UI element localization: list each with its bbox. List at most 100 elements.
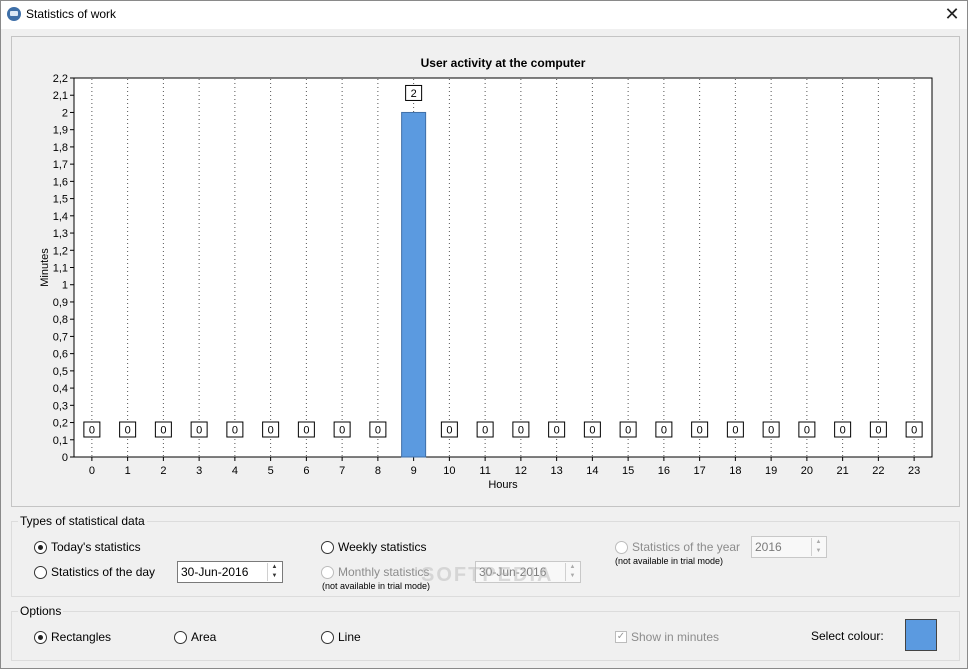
data-label: 0	[589, 425, 595, 437]
data-label: 0	[160, 425, 166, 437]
radio-weekly-label: Weekly statistics	[338, 540, 427, 554]
y-tick-label: 1,5	[53, 194, 68, 206]
y-tick-label: 0,2	[53, 418, 68, 430]
x-tick-label: 8	[375, 465, 381, 477]
x-tick-label: 13	[551, 465, 563, 477]
x-tick-label: 10	[443, 465, 455, 477]
x-tick-label: 18	[729, 465, 741, 477]
show-minutes-checkbox[interactable]: ✓ Show in minutes	[615, 630, 719, 644]
y-tick-label: 0,5	[53, 366, 68, 378]
bar	[401, 111, 427, 458]
options-group-label: Options	[18, 604, 64, 618]
data-label: 0	[554, 425, 560, 437]
data-label: 0	[518, 425, 524, 437]
y-tick-label: 1,4	[53, 211, 68, 223]
types-group-label: Types of statistical data	[18, 514, 147, 528]
x-tick-label: 5	[268, 465, 274, 477]
radio-year[interactable]: Statistics of the year	[615, 540, 740, 554]
checkmark-icon: ✓	[615, 631, 627, 643]
x-tick-label: 12	[515, 465, 527, 477]
radio-area-label: Area	[191, 630, 217, 644]
spin-down-icon[interactable]: ▼	[268, 572, 281, 581]
radio-area-dot	[174, 630, 187, 644]
radio-today-label: Today's statistics	[51, 540, 141, 554]
spin-up-icon[interactable]: ▲	[566, 563, 579, 572]
spin-up-icon[interactable]: ▲	[268, 563, 281, 572]
radio-line[interactable]: Line	[321, 630, 361, 644]
data-label: 0	[768, 425, 774, 437]
radio-monthly[interactable]: Monthly statistics	[321, 565, 429, 579]
radio-rectangles-dot	[34, 630, 47, 644]
radio-year-dot	[615, 540, 628, 554]
data-label: 0	[875, 425, 881, 437]
data-label: 0	[732, 425, 738, 437]
y-tick-label: 0,6	[53, 349, 68, 361]
radio-line-dot	[321, 630, 334, 644]
spin-down-icon[interactable]: ▼	[812, 547, 825, 556]
day-date-spinner[interactable]: ▲ ▼	[267, 563, 281, 581]
y-tick-label: 2,1	[53, 90, 68, 102]
data-label: 0	[268, 425, 274, 437]
x-tick-label: 9	[411, 465, 417, 477]
radio-day[interactable]: Statistics of the day	[34, 565, 155, 579]
y-tick-label: 1,9	[53, 125, 68, 137]
spin-up-icon[interactable]: ▲	[812, 538, 825, 547]
y-tick-label: 1,2	[53, 245, 68, 257]
x-tick-label: 6	[303, 465, 309, 477]
close-button[interactable]: ✕	[937, 1, 967, 29]
radio-rectangles[interactable]: Rectangles	[34, 630, 111, 644]
show-minutes-label: Show in minutes	[631, 630, 720, 644]
radio-weekly[interactable]: Weekly statistics	[321, 540, 426, 554]
statistics-window: Statistics of work ✕ User activity at th…	[0, 0, 968, 669]
y-tick-label: 0,4	[53, 383, 68, 395]
year-spinner[interactable]: ▲ ▼	[811, 538, 825, 556]
data-label: 0	[482, 425, 488, 437]
x-tick-label: 17	[694, 465, 706, 477]
y-tick-label: 1,8	[53, 142, 68, 154]
x-tick-label: 15	[622, 465, 634, 477]
radio-today-dot	[34, 540, 47, 554]
y-tick-label: 0,9	[53, 297, 68, 309]
x-tick-label: 0	[89, 465, 95, 477]
x-tick-label: 3	[196, 465, 202, 477]
title-bar: Statistics of work ✕	[1, 1, 967, 29]
plot-area	[73, 77, 933, 458]
x-axis-label: Hours	[488, 479, 518, 491]
data-label: 0	[840, 425, 846, 437]
y-tick-label: 0,7	[53, 331, 68, 343]
data-label: 0	[89, 425, 95, 437]
colour-swatch-button[interactable]	[905, 619, 937, 651]
y-tick-label: 1,7	[53, 159, 68, 171]
day-date-picker[interactable]: 30-Jun-2016 ▲ ▼	[177, 561, 283, 583]
y-tick-label: 2,2	[53, 73, 68, 85]
spin-down-icon[interactable]: ▼	[566, 572, 579, 581]
y-tick-label: 0	[62, 452, 68, 464]
y-tick-label: 0,8	[53, 314, 68, 326]
data-label: 0	[625, 425, 631, 437]
radio-monthly-label: Monthly statistics	[338, 565, 430, 579]
y-tick-label: 1	[62, 280, 68, 292]
y-tick-label: 1,6	[53, 176, 68, 188]
watermark: SOFTPEDIA	[421, 564, 554, 586]
chart-panel: User activity at the computer 0 0,1 0,2 0,3 0…	[11, 36, 960, 507]
year-picker[interactable]: 2016 ▲ ▼	[751, 536, 827, 558]
x-tick-label: 2	[160, 465, 166, 477]
radio-today[interactable]: Today's statistics	[34, 540, 141, 554]
x-tick-label: 20	[801, 465, 813, 477]
monthly-date-spinner[interactable]: ▲ ▼	[565, 563, 579, 581]
radio-area[interactable]: Area	[174, 630, 216, 644]
year-value: 2016	[755, 540, 782, 554]
x-tick-label: 14	[586, 465, 598, 477]
x-tick-label: 19	[765, 465, 777, 477]
data-label: 0	[196, 425, 202, 437]
x-tick-label: 16	[658, 465, 670, 477]
x-tick-label: 11	[479, 465, 490, 477]
radio-day-label: Statistics of the day	[51, 565, 156, 579]
data-label: 0	[303, 425, 309, 437]
day-date-value: 30-Jun-2016	[181, 565, 249, 579]
data-label: 0	[375, 425, 381, 437]
x-tick-label: 22	[872, 465, 884, 477]
data-label: 2	[411, 88, 417, 100]
y-tick-label: 2	[62, 107, 68, 119]
radio-day-dot	[34, 565, 47, 579]
